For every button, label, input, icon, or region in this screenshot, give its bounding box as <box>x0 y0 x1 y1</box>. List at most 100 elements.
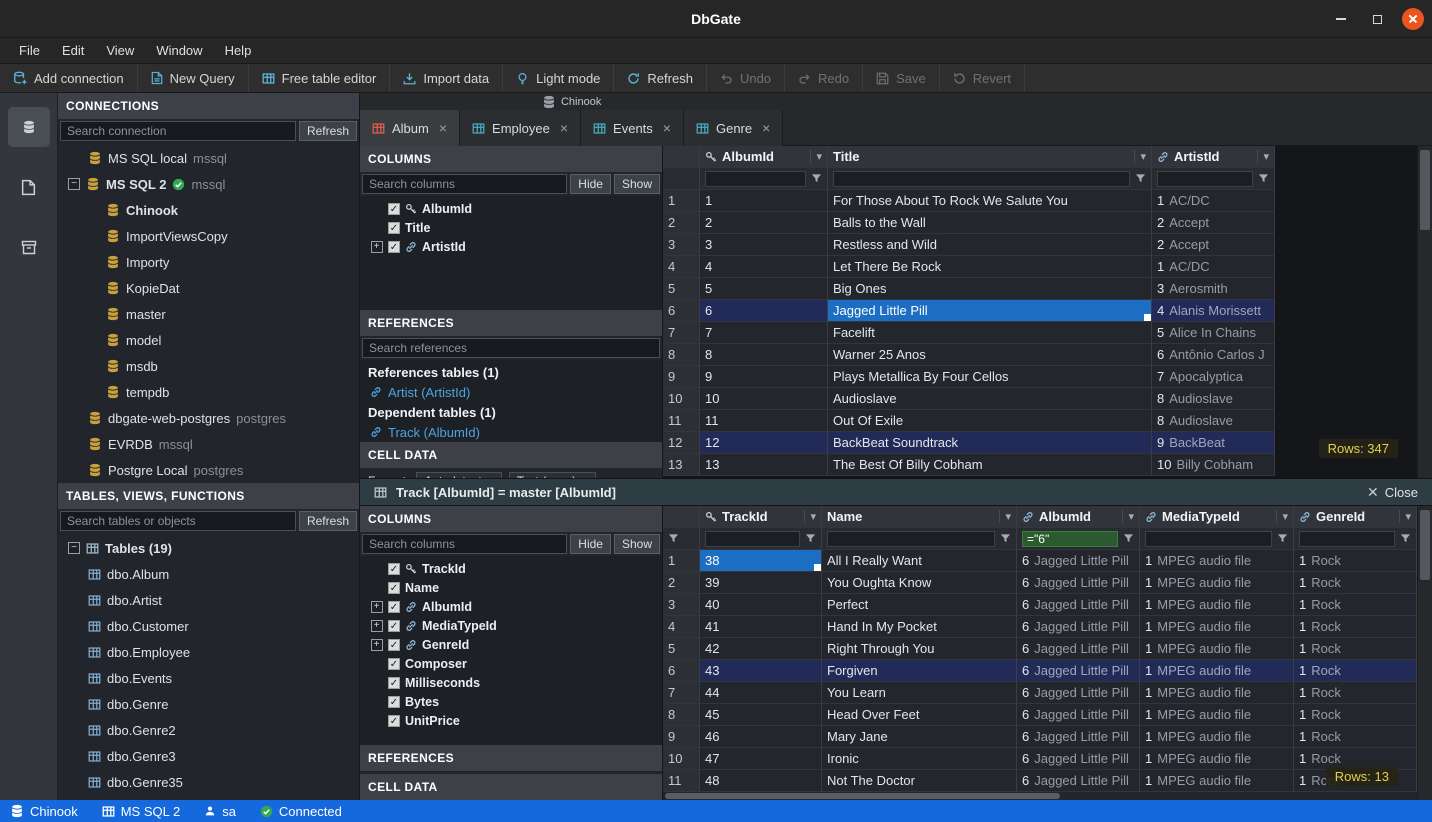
row-number[interactable]: 10 <box>663 748 700 770</box>
column-item-MediaTypeId[interactable]: +✓MediaTypeId <box>360 616 662 635</box>
search-columns-input[interactable] <box>362 534 567 554</box>
connection-Chinook[interactable]: Chinook <box>58 197 359 223</box>
data-cell[interactable]: 4Alanis Morissett <box>1152 300 1275 322</box>
data-cell[interactable]: 40 <box>700 594 822 616</box>
data-cell[interactable]: 6Jagged Little Pill <box>1017 770 1140 792</box>
data-cell[interactable]: 1AC/DC <box>1152 190 1275 212</box>
data-cell[interactable]: 1Rock <box>1294 594 1417 616</box>
toolbar-free-table-editor-button[interactable]: Free table editor <box>249 64 391 92</box>
menu-window[interactable]: Window <box>145 40 213 61</box>
data-cell[interactable]: For Those About To Rock We Salute You <box>828 190 1152 212</box>
activity-file-button[interactable] <box>8 167 50 207</box>
row-number[interactable]: 1 <box>663 190 700 212</box>
table-dbo.Artist[interactable]: dbo.Artist <box>58 587 359 613</box>
column-checkbox[interactable]: ✓ <box>388 639 400 651</box>
column-item-Composer[interactable]: ✓Composer <box>360 654 662 673</box>
data-cell[interactable]: 1MPEG audio file <box>1140 638 1294 660</box>
dependent-link-Track (AlbumId)[interactable]: Track (AlbumId) <box>360 422 662 442</box>
row-number[interactable]: 8 <box>663 344 700 366</box>
data-cell[interactable]: BackBeat Soundtrack <box>828 432 1152 454</box>
column-dropdown-icon[interactable]: ▾ <box>1134 150 1146 163</box>
show-button[interactable]: Show <box>614 534 660 554</box>
table-dbo.Genre35[interactable]: dbo.Genre35 <box>58 769 359 795</box>
data-cell[interactable]: 6Jagged Little Pill <box>1017 594 1140 616</box>
data-cell[interactable]: 1MPEG audio file <box>1140 704 1294 726</box>
hide-button[interactable]: Hide <box>570 174 611 194</box>
expand-expander[interactable]: + <box>371 639 383 651</box>
row-number[interactable]: 2 <box>663 572 700 594</box>
table-dbo.Genre3[interactable]: dbo.Genre3 <box>58 743 359 769</box>
data-cell[interactable]: 1MPEG audio file <box>1140 660 1294 682</box>
data-cell[interactable]: 6Jagged Little Pill <box>1017 726 1140 748</box>
data-cell[interactable]: 6Jagged Little Pill <box>1017 682 1140 704</box>
toolbar-import-data-button[interactable]: Import data <box>390 64 503 92</box>
row-number[interactable]: 3 <box>663 594 700 616</box>
tab-close-icon[interactable]: × <box>663 120 671 136</box>
data-cell[interactable]: 1MPEG audio file <box>1140 616 1294 638</box>
minimize-button[interactable] <box>1330 8 1352 30</box>
data-cell[interactable]: You Oughta Know <box>822 572 1017 594</box>
toolbar-refresh-button[interactable]: Refresh <box>614 64 707 92</box>
column-checkbox[interactable]: ✓ <box>388 620 400 632</box>
column-item-AlbumId[interactable]: ✓AlbumId <box>360 199 662 218</box>
connection-EVRDB[interactable]: EVRDBmssql <box>58 431 359 457</box>
data-cell[interactable]: 48 <box>700 770 822 792</box>
hide-button[interactable]: Hide <box>570 534 611 554</box>
column-dropdown-icon[interactable]: ▾ <box>1276 510 1288 523</box>
data-cell[interactable]: 1MPEG audio file <box>1140 594 1294 616</box>
data-cell[interactable]: 12 <box>700 432 828 454</box>
filter-input[interactable]: ="6" <box>1022 531 1118 547</box>
data-cell[interactable]: 1AC/DC <box>1152 256 1275 278</box>
data-cell[interactable]: 1MPEG audio file <box>1140 726 1294 748</box>
data-cell[interactable]: 47 <box>700 748 822 770</box>
collapse-expander[interactable]: − <box>68 178 80 190</box>
album-vertical-scrollbar[interactable] <box>1417 146 1432 478</box>
tab-Events[interactable]: Events× <box>581 110 684 146</box>
data-cell[interactable]: Warner 25 Anos <box>828 344 1152 366</box>
data-cell[interactable]: 13 <box>700 454 828 476</box>
data-cell[interactable]: 5 <box>700 278 828 300</box>
column-checkbox[interactable]: ✓ <box>388 601 400 613</box>
row-number[interactable]: 1 <box>663 550 700 572</box>
connection-MS SQL 2[interactable]: −MS SQL 2mssql <box>58 171 359 197</box>
row-number[interactable]: 11 <box>663 410 700 432</box>
filter-input[interactable] <box>1299 531 1395 547</box>
column-item-Milliseconds[interactable]: ✓Milliseconds <box>360 673 662 692</box>
tab-close-icon[interactable]: × <box>762 120 770 136</box>
data-cell[interactable]: 10 <box>700 388 828 410</box>
data-cell[interactable]: Ironic <box>822 748 1017 770</box>
data-cell[interactable]: 6Antônio Carlos J <box>1152 344 1275 366</box>
activity-database-button[interactable] <box>8 107 50 147</box>
data-cell[interactable]: Out Of Exile <box>828 410 1152 432</box>
data-cell[interactable]: 1Rock <box>1294 704 1417 726</box>
status-Connected[interactable]: Connected <box>260 804 342 819</box>
filter-input[interactable] <box>833 171 1130 187</box>
data-cell[interactable]: 41 <box>700 616 822 638</box>
data-cell[interactable]: 4 <box>700 256 828 278</box>
data-cell[interactable]: 1MPEG audio file <box>1140 550 1294 572</box>
tab-close-icon[interactable]: × <box>439 120 447 136</box>
expand-expander[interactable]: + <box>371 241 383 253</box>
row-number[interactable]: 6 <box>663 660 700 682</box>
data-cell[interactable]: 6Jagged Little Pill <box>1017 660 1140 682</box>
data-cell[interactable]: 2Accept <box>1152 234 1275 256</box>
row-number[interactable]: 7 <box>663 682 700 704</box>
data-cell[interactable]: Head Over Feet <box>822 704 1017 726</box>
data-cell[interactable]: 1MPEG audio file <box>1140 748 1294 770</box>
data-cell[interactable]: 6 <box>700 300 828 322</box>
filter-input[interactable] <box>705 171 806 187</box>
tables-group[interactable]: −Tables (19) <box>58 535 359 561</box>
connection-Importy[interactable]: Importy <box>58 249 359 275</box>
reference-link-Artist (ArtistId)[interactable]: Artist (ArtistId) <box>360 382 662 402</box>
toolbar-new-query-button[interactable]: New Query <box>138 64 249 92</box>
column-dropdown-icon[interactable]: ▾ <box>1399 510 1411 523</box>
connection-model[interactable]: model <box>58 327 359 353</box>
status-MS SQL 2[interactable]: MS SQL 2 <box>102 804 180 819</box>
data-cell[interactable]: 6Jagged Little Pill <box>1017 572 1140 594</box>
connection-ImportViewsCopy[interactable]: ImportViewsCopy <box>58 223 359 249</box>
track-column-header-AlbumId[interactable]: AlbumId▾ <box>1017 506 1140 528</box>
data-cell[interactable]: 39 <box>700 572 822 594</box>
row-number[interactable]: 9 <box>663 726 700 748</box>
data-cell[interactable]: 43 <box>700 660 822 682</box>
filter-input[interactable] <box>1157 171 1253 187</box>
